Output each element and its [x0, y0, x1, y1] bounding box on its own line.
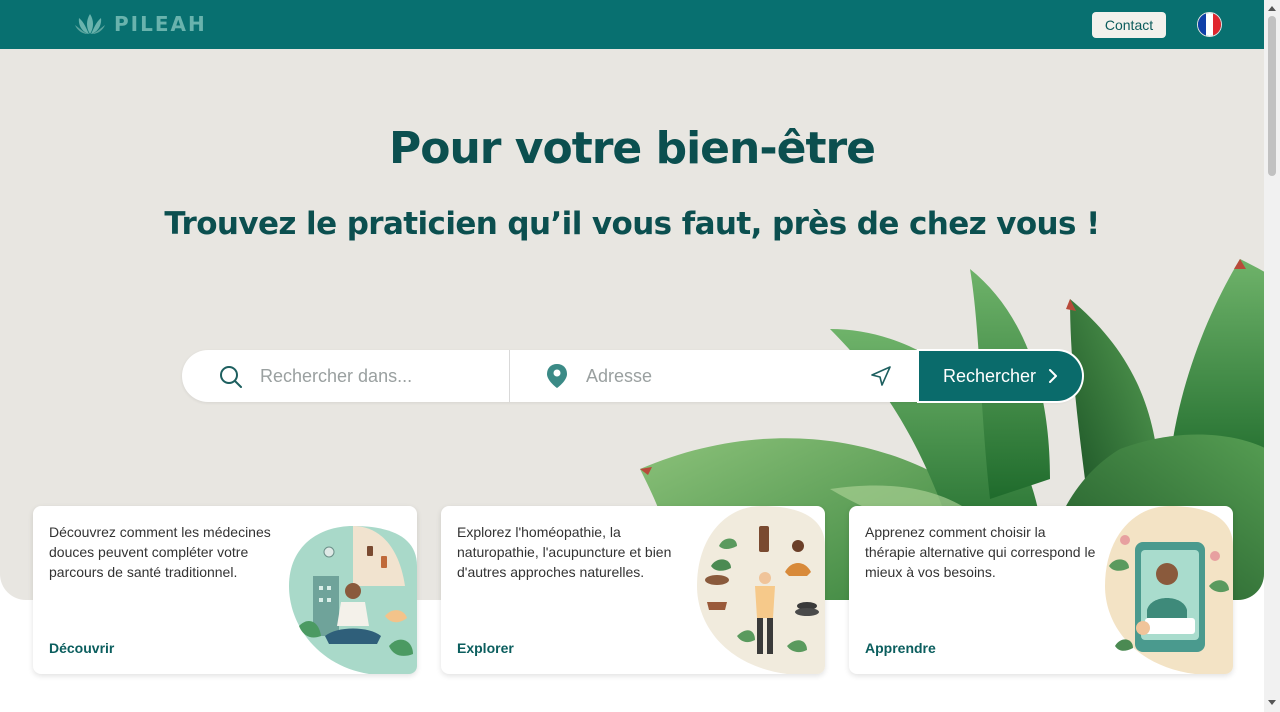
chevron-right-icon	[1049, 369, 1058, 383]
search-icon	[220, 366, 242, 388]
logo[interactable]: PILEAH	[74, 12, 207, 36]
explore-link[interactable]: Explorer	[457, 640, 514, 656]
info-card: Découvrez comment les médecines douces p…	[33, 506, 417, 674]
map-pin-icon	[547, 364, 567, 388]
brand-name: PILEAH	[114, 12, 207, 36]
search-button[interactable]: Rechercher	[919, 351, 1082, 401]
card-description: Apprenez comment choisir la thérapie alt…	[865, 524, 1096, 580]
card-description: Explorez l'homéopathie, la naturopathie,…	[457, 524, 672, 580]
learn-link[interactable]: Apprendre	[865, 640, 936, 656]
page-title: Pour votre bien-être	[388, 123, 876, 174]
search-input[interactable]	[260, 362, 500, 390]
info-card: Apprenez comment choisir la thérapie alt…	[849, 506, 1233, 674]
natural-therapies-illustration	[697, 506, 825, 674]
search-button-label: Rechercher	[942, 365, 1037, 386]
discover-link[interactable]: Découvrir	[49, 640, 114, 656]
online-consultation-illustration	[1105, 506, 1233, 674]
contact-button[interactable]: Contact	[1092, 12, 1166, 38]
address-input[interactable]	[586, 362, 846, 390]
page-subtitle: Trouvez le praticien qu’il vous faut, pr…	[164, 206, 1100, 242]
card-description: Découvrez comment les médecines douces p…	[49, 524, 271, 580]
info-card: Explorez l'homéopathie, la naturopathie,…	[441, 506, 825, 674]
search-bar: Rechercher	[182, 350, 1082, 402]
locate-arrow-icon[interactable]	[869, 364, 893, 388]
page: PILEAH Contact Pour votre bien-être Trou…	[0, 0, 1280, 712]
meditation-illustration	[289, 526, 417, 674]
search-divider	[509, 350, 510, 402]
lotus-logo-icon	[75, 14, 105, 34]
french-flag-icon[interactable]	[1197, 12, 1222, 37]
top-navbar: PILEAH Contact	[0, 0, 1264, 49]
